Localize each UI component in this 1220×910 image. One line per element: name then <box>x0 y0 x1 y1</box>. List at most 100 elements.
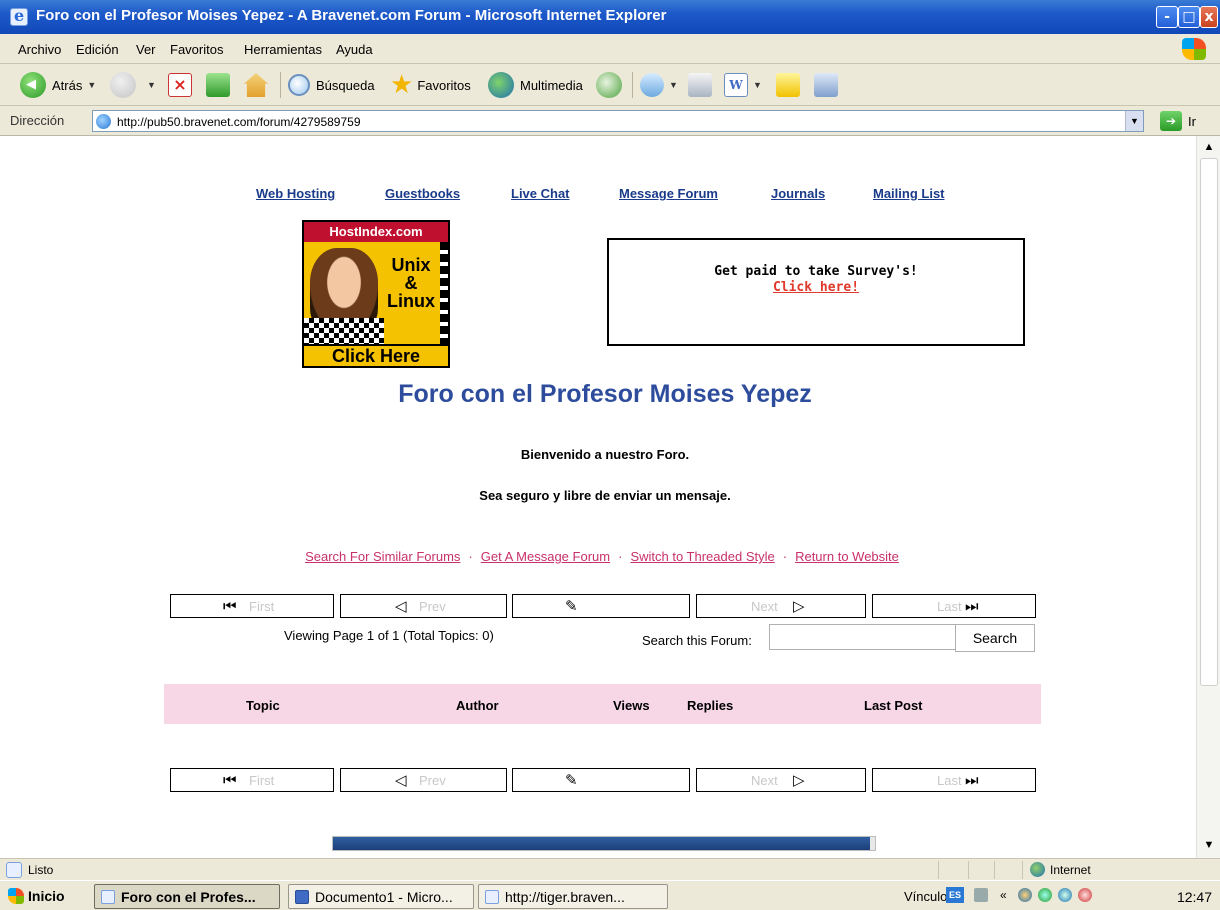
link-get-message-forum[interactable]: Get A Message Forum <box>481 549 610 564</box>
post-message-button[interactable]: ✎ <box>512 594 690 618</box>
stop-button[interactable]: × <box>168 70 192 100</box>
page-icon <box>96 114 111 129</box>
network-icon[interactable] <box>1018 888 1032 902</box>
first-page-button[interactable]: ⏮ First <box>170 768 334 792</box>
link-switch-threaded-style[interactable]: Switch to Threaded Style <box>630 549 774 564</box>
language-indicator[interactable]: ES <box>946 887 964 903</box>
last-page-button[interactable]: Last ⏭ <box>872 768 1036 792</box>
word-icon <box>295 890 309 904</box>
nav-link-mailing-list[interactable]: Mailing List <box>873 186 945 201</box>
search-input[interactable] <box>769 624 955 650</box>
address-input[interactable]: http://pub50.bravenet.com/forum/42795897… <box>92 110 1144 132</box>
menu-herramientas[interactable]: Herramientas <box>244 42 322 57</box>
prev-page-button[interactable]: ◁ Prev <box>340 594 507 618</box>
page-count-text: Viewing Page 1 of 1 (Total Topics: 0) <box>284 628 494 643</box>
last-page-button[interactable]: Last ⏭ <box>872 594 1036 618</box>
ie-icon <box>10 6 28 26</box>
go-button[interactable]: Ir <box>1188 114 1196 129</box>
address-label: Dirección <box>10 113 65 128</box>
media-button[interactable]: Multimedia <box>488 70 583 100</box>
scroll-up-icon[interactable]: ▲ <box>1200 138 1218 156</box>
back-button[interactable]: Atrás ▼ <box>20 70 96 100</box>
stop-icon: × <box>168 73 192 97</box>
next-page-icon: ▷ <box>793 597 805 615</box>
col-author: Author <box>456 698 499 713</box>
refresh-button[interactable] <box>206 70 230 100</box>
first-page-icon: ⏮ <box>223 771 237 789</box>
nav-link-journals[interactable]: Journals <box>771 186 825 201</box>
mail-button[interactable]: ▼ <box>640 70 678 100</box>
nav-link-live-chat[interactable]: Live Chat <box>511 186 570 201</box>
back-label: Atrás <box>52 77 83 93</box>
back-arrow-icon <box>20 72 46 98</box>
input-tools-icon[interactable] <box>974 888 988 902</box>
media-label: Multimedia <box>520 77 583 93</box>
taskbar-item-documento1[interactable]: Documento1 - Micro... <box>288 884 474 909</box>
address-url: http://pub50.bravenet.com/forum/42795897… <box>117 115 361 129</box>
system-tray: ES « 12:47 <box>940 884 1220 909</box>
col-last-post: Last Post <box>864 698 923 713</box>
print-button[interactable] <box>688 70 712 100</box>
next-page-button[interactable]: Next ▷ <box>696 594 866 618</box>
menu-ver[interactable]: Ver <box>136 42 156 57</box>
menu-favoritos[interactable]: Favoritos <box>170 42 223 57</box>
search-icon <box>288 74 310 96</box>
taskbar-item-forum[interactable]: Foro con el Profes... <box>94 884 280 909</box>
menu-edicion[interactable]: Edición <box>76 42 119 57</box>
history-button[interactable] <box>596 70 628 100</box>
taskbar-item-tiger[interactable]: http://tiger.braven... <box>478 884 668 909</box>
nav-link-web-hosting[interactable]: Web Hosting <box>256 186 335 201</box>
tray-expand-icon[interactable]: « <box>1000 888 1014 902</box>
menu-bar: Archivo Edición Ver Favoritos Herramient… <box>0 34 1220 64</box>
research-button[interactable] <box>814 70 838 100</box>
survey-ad-text: Get paid to take Survey's! <box>714 264 918 279</box>
prev-page-button[interactable]: ◁ Prev <box>340 768 507 792</box>
taskbar: Inicio Foro con el Profes... Documento1 … <box>0 880 1220 910</box>
post-message-button[interactable]: ✎ <box>512 768 690 792</box>
last-page-icon: ⏭ <box>965 771 979 789</box>
favorites-label: Favoritos <box>417 77 471 93</box>
volume-icon[interactable] <box>1078 888 1092 902</box>
page-load-progress <box>332 836 876 851</box>
messenger-icon[interactable] <box>1058 888 1072 902</box>
utility-links: Search For Similar Forums · Get A Message … <box>305 549 899 564</box>
survey-ad-link[interactable]: Click here! <box>609 280 1023 295</box>
menu-archivo[interactable]: Archivo <box>18 42 61 57</box>
toolbar: Atrás ▼ ▼ × Búsqueda ★ Favoritos Multime… <box>0 64 1220 106</box>
media-icon <box>488 72 514 98</box>
hostindex-ad-banner[interactable]: HostIndex.com Unix & Linux Click Here <box>302 220 450 368</box>
start-button[interactable]: Inicio <box>4 884 74 908</box>
home-button[interactable] <box>244 70 268 100</box>
menu-ayuda[interactable]: Ayuda <box>336 42 373 57</box>
security-icon[interactable] <box>1038 888 1052 902</box>
maximize-button[interactable]: □ <box>1178 6 1200 28</box>
search-button[interactable]: Search <box>955 624 1035 652</box>
note-icon <box>776 73 800 97</box>
page-content: Web Hosting Guestbooks Live Chat Message… <box>0 136 1220 858</box>
close-button[interactable]: x <box>1200 6 1218 28</box>
minimize-button[interactable]: - <box>1156 6 1178 28</box>
next-page-button[interactable]: Next ▷ <box>696 768 866 792</box>
forward-button[interactable]: ▼ <box>110 70 156 100</box>
scroll-down-icon[interactable]: ▼ <box>1200 836 1218 854</box>
edit-button[interactable]: W ▼ <box>724 70 762 100</box>
page-status-icon <box>6 862 22 878</box>
next-page-icon: ▷ <box>793 771 805 789</box>
search-button[interactable]: Búsqueda <box>288 70 375 100</box>
favorites-button[interactable]: ★ Favoritos <box>390 70 471 100</box>
first-page-button[interactable]: ⏮ First <box>170 594 334 618</box>
go-arrow-icon[interactable]: ➔ <box>1160 111 1182 131</box>
prev-page-icon: ◁ <box>395 771 407 789</box>
mail-icon <box>640 73 664 97</box>
link-return-to-website[interactable]: Return to Website <box>795 549 899 564</box>
vertical-scrollbar[interactable]: ▲ ▼ <box>1196 136 1220 858</box>
col-replies: Replies <box>687 698 734 713</box>
nav-link-guestbooks[interactable]: Guestbooks <box>385 186 460 201</box>
scrollbar-thumb[interactable] <box>1200 158 1218 686</box>
chevron-down-icon[interactable]: ▼ <box>1125 111 1143 131</box>
windows-flag-icon <box>8 888 24 904</box>
discuss-button[interactable] <box>776 70 800 100</box>
link-search-similar-forums[interactable]: Search For Similar Forums <box>305 549 460 564</box>
nav-link-message-forum[interactable]: Message Forum <box>619 186 718 201</box>
chevron-down-icon: ▼ <box>87 80 97 90</box>
